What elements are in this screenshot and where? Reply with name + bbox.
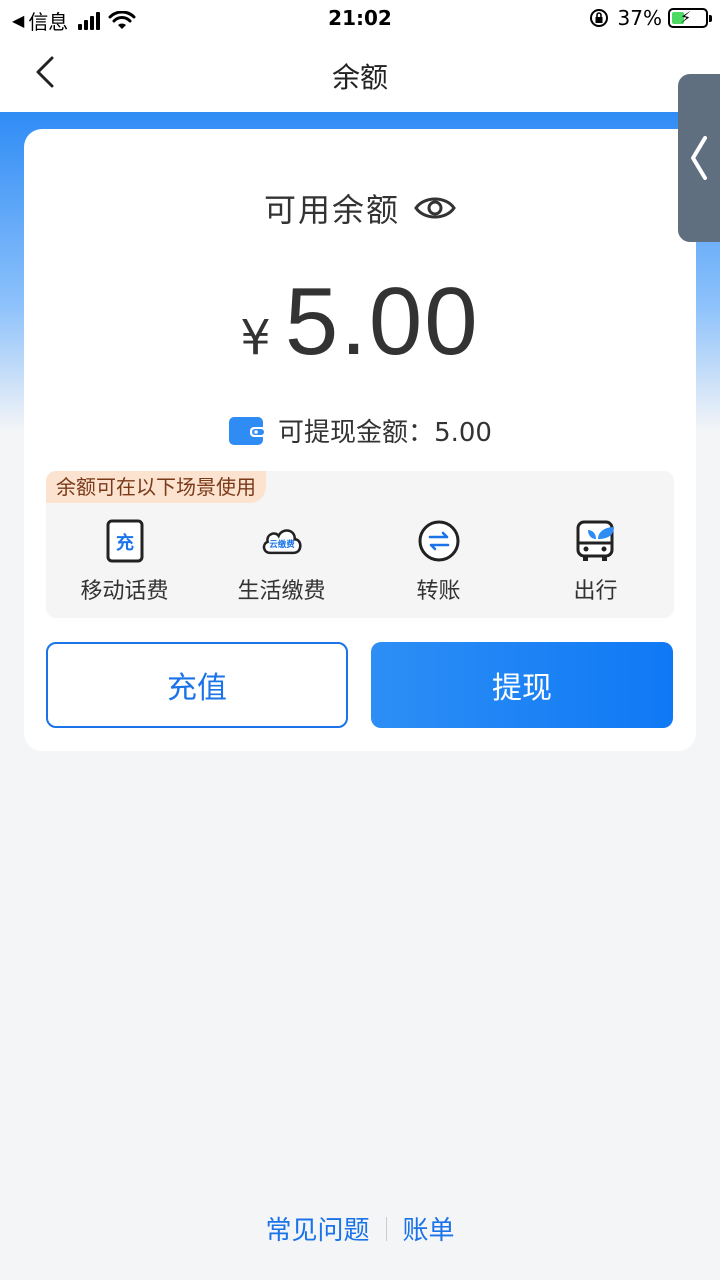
status-bar: ◀ 信息 21:02 37% ⚡ xyxy=(0,0,720,38)
withdrawable-row: 可提现金额：5.00 xyxy=(24,412,696,449)
usage-scenes-panel: 余额可在以下场景使用 充 移动话费 云缴费 生活缴费 转账 出行 xyxy=(46,471,674,618)
scene-label: 出行 xyxy=(573,579,618,604)
scene-label: 转账 xyxy=(416,579,461,604)
eye-icon[interactable] xyxy=(414,193,456,223)
transfer-icon xyxy=(417,519,461,563)
scene-travel[interactable]: 出行 xyxy=(517,519,674,605)
wallet-icon xyxy=(229,416,267,445)
orientation-lock-icon xyxy=(589,9,608,27)
footer-links: 常见问题 账单 xyxy=(0,1210,720,1247)
bus-icon xyxy=(574,519,618,563)
battery-icon: ⚡ xyxy=(668,8,712,28)
available-balance-row: 可用余额 xyxy=(24,185,696,231)
floating-side-tab[interactable] xyxy=(678,74,720,242)
scene-label: 生活缴费 xyxy=(237,579,326,604)
scene-label: 移动话费 xyxy=(80,579,169,604)
svg-text:云缴费: 云缴费 xyxy=(269,539,295,549)
bill-link[interactable]: 账单 xyxy=(403,1210,455,1247)
chevron-left-icon xyxy=(691,136,707,180)
recharge-button[interactable]: 充值 xyxy=(46,642,348,728)
withdrawable-amount: 5.00 xyxy=(434,418,492,448)
balance-amount: 5.00 xyxy=(284,268,480,375)
battery-percent: 37% xyxy=(617,6,662,30)
page-title: 余额 xyxy=(331,61,388,94)
withdrawable-label: 可提现金额：5.00 xyxy=(278,418,492,448)
withdraw-button[interactable]: 提现 xyxy=(371,642,673,728)
cloud-payment-icon: 云缴费 xyxy=(260,519,304,563)
balance-page: ◀ 信息 21:02 37% ⚡ 余额 可用余额 ¥ 5.00 可提现金额：5.… xyxy=(0,0,720,1280)
balance-card: 可用余额 ¥ 5.00 可提现金额：5.00 余额可在以下场景使用 充 移动话费… xyxy=(24,129,696,751)
footer-divider xyxy=(385,1216,387,1241)
balance-amount-row: ¥ 5.00 xyxy=(24,267,696,377)
scene-mobile-recharge[interactable]: 充 移动话费 xyxy=(46,519,203,605)
scene-transfer[interactable]: 转账 xyxy=(360,519,517,605)
nav-bar: 余额 xyxy=(0,38,720,112)
faq-link[interactable]: 常见问题 xyxy=(265,1210,369,1247)
scene-life-payment[interactable]: 云缴费 生活缴费 xyxy=(203,519,360,605)
usage-scenes-tag: 余额可在以下场景使用 xyxy=(46,471,266,503)
currency-symbol: ¥ xyxy=(240,310,271,366)
mobile-recharge-icon: 充 xyxy=(103,519,147,563)
usage-scenes-list: 充 移动话费 云缴费 生活缴费 转账 出行 xyxy=(46,519,674,605)
svg-text:充: 充 xyxy=(116,532,134,554)
status-right: 37% ⚡ xyxy=(588,6,712,30)
available-balance-label: 可用余额 xyxy=(263,191,400,229)
